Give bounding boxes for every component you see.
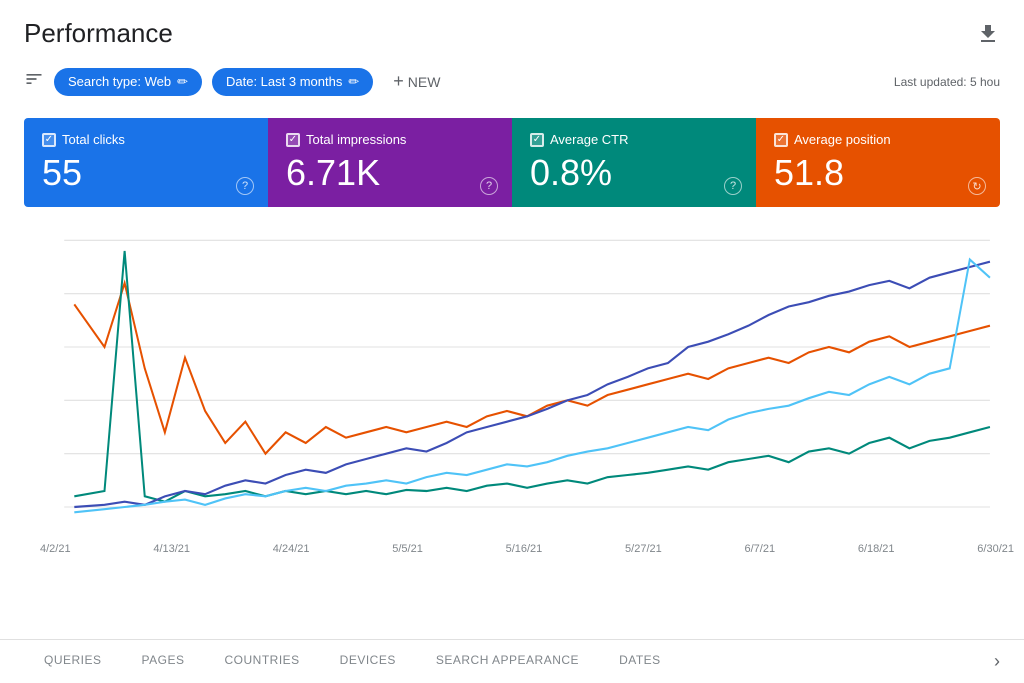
metric-label-impressions: ✓ Total impressions: [286, 132, 494, 147]
x-axis-labels: 4/2/21 4/13/21 4/24/21 5/5/21 5/16/21 5/…: [0, 539, 1024, 555]
light-blue-line: [74, 260, 990, 513]
header-right: [976, 22, 1000, 46]
dark-blue-line: [74, 262, 990, 507]
x-label-0: 4/2/21: [40, 543, 71, 555]
new-button[interactable]: + NEW: [383, 65, 450, 98]
metric-checkbox-impressions: ✓: [286, 133, 300, 147]
metrics-row: ✓ Total clicks 55 ? ✓ Total impressions …: [24, 118, 1000, 207]
metric-help-position[interactable]: ↻: [968, 177, 986, 195]
tab-countries[interactable]: COUNTRIES: [204, 640, 319, 683]
orange-line: [74, 283, 990, 454]
page-title: Performance: [24, 18, 173, 49]
tab-queries[interactable]: QUERIES: [24, 640, 122, 683]
tab-pages[interactable]: PAGES: [122, 640, 205, 683]
new-label: NEW: [408, 74, 441, 90]
metric-value-ctr: 0.8%: [530, 155, 738, 191]
performance-chart[interactable]: [24, 219, 1000, 539]
search-type-button[interactable]: Search type: Web ✏: [54, 68, 202, 96]
download-icon[interactable]: [976, 22, 1000, 46]
metric-value-clicks: 55: [42, 155, 250, 191]
tab-dates[interactable]: DATES: [599, 640, 681, 683]
x-label-3: 5/5/21: [392, 543, 423, 555]
metric-help-impressions[interactable]: ?: [480, 177, 498, 195]
date-filter-button[interactable]: Date: Last 3 months ✏: [212, 68, 373, 96]
x-label-1: 4/13/21: [153, 543, 190, 555]
metric-value-impressions: 6.71K: [286, 155, 494, 191]
edit-icon: ✏: [177, 74, 188, 90]
x-label-8: 6/30/21: [977, 543, 1014, 555]
date-label: Date: Last 3 months: [226, 74, 342, 89]
metric-title-impressions: Total impressions: [306, 132, 406, 147]
metric-card-impressions[interactable]: ✓ Total impressions 6.71K ?: [268, 118, 512, 207]
metric-card-ctr[interactable]: ✓ Average CTR 0.8% ?: [512, 118, 756, 207]
filter-icon[interactable]: [24, 69, 44, 94]
metric-label-ctr: ✓ Average CTR: [530, 132, 738, 147]
metric-label-clicks: ✓ Total clicks: [42, 132, 250, 147]
x-label-6: 6/7/21: [745, 543, 776, 555]
search-type-label: Search type: Web: [68, 74, 171, 89]
toolbar: Search type: Web ✏ Date: Last 3 months ✏…: [0, 57, 1024, 106]
x-label-5: 5/27/21: [625, 543, 662, 555]
plus-icon: +: [393, 71, 404, 92]
metric-card-clicks[interactable]: ✓ Total clicks 55 ?: [24, 118, 268, 207]
x-label-2: 4/24/21: [273, 543, 310, 555]
metric-label-position: ✓ Average position: [774, 132, 982, 147]
metric-card-position[interactable]: ✓ Average position 51.8 ↻: [756, 118, 1000, 207]
metric-checkbox-ctr: ✓: [530, 133, 544, 147]
tab-devices[interactable]: DEVICES: [320, 640, 416, 683]
nav-arrow-right[interactable]: ›: [994, 651, 1000, 672]
edit-icon-date: ✏: [348, 74, 359, 90]
last-updated-text: Last updated: 5 hou: [894, 75, 1000, 89]
metric-checkbox-clicks: ✓: [42, 133, 56, 147]
metric-help-clicks[interactable]: ?: [236, 177, 254, 195]
metric-title-position: Average position: [794, 132, 891, 147]
tab-search-appearance[interactable]: SEARCH APPEARANCE: [416, 640, 599, 683]
metric-title-clicks: Total clicks: [62, 132, 125, 147]
page-wrapper: Performance Search type: Web ✏ Date: Las…: [0, 0, 1024, 683]
metric-help-ctr[interactable]: ?: [724, 177, 742, 195]
header: Performance: [0, 0, 1024, 57]
metric-checkbox-position: ✓: [774, 133, 788, 147]
metric-value-position: 51.8: [774, 155, 982, 191]
bottom-nav: QUERIES PAGES COUNTRIES DEVICES SEARCH A…: [0, 639, 1024, 683]
x-label-4: 5/16/21: [506, 543, 543, 555]
teal-line: [74, 251, 990, 502]
chart-area: [24, 219, 1000, 539]
metric-title-ctr: Average CTR: [550, 132, 629, 147]
x-label-7: 6/18/21: [858, 543, 895, 555]
